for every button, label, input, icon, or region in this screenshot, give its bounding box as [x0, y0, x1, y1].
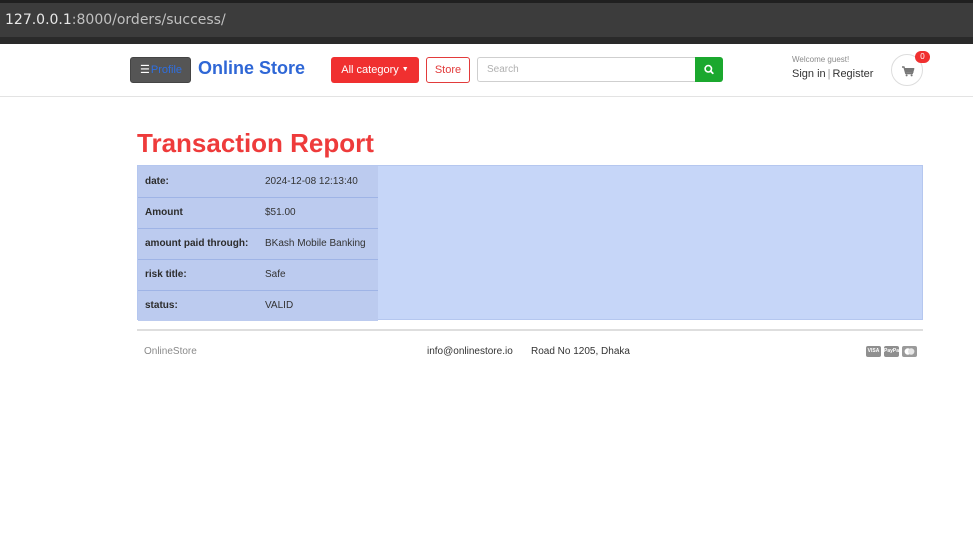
caret-down-icon: ▼	[401, 66, 409, 74]
row-value: BKash Mobile Banking	[258, 228, 378, 260]
row-value: 2024-12-08 12:13:40	[258, 166, 378, 198]
row-key: date:	[138, 166, 258, 198]
register-link[interactable]: Register	[833, 68, 874, 80]
transaction-report: date: 2024-12-08 12:13:40 Amount $51.00 am…	[137, 165, 923, 321]
auth-links: Sign in | Register	[792, 68, 873, 80]
brand-logo[interactable]: Online Store	[198, 58, 305, 79]
mastercard-icon	[902, 346, 917, 357]
paypal-icon: PayPal	[884, 346, 900, 357]
browser-address-bar[interactable]: 127.0.0.1:8000/orders/success/	[0, 0, 973, 44]
table-row: date: 2024-12-08 12:13:40	[138, 166, 378, 198]
search-icon	[704, 64, 714, 75]
site-header: ☰Profile Online Store All category ▼ Stor…	[0, 44, 973, 97]
sign-in-link[interactable]: Sign in	[792, 68, 826, 80]
row-key: amount paid through:	[138, 228, 258, 260]
all-category-button[interactable]: All category ▼	[331, 57, 419, 83]
table-row: amount paid through: BKash Mobile Banking	[138, 228, 378, 260]
page-title: Transaction Report	[137, 128, 374, 158]
url-path: :8000/orders/success/	[71, 12, 226, 28]
profile-label: Profile	[150, 64, 183, 76]
auth-separator: |	[827, 68, 831, 80]
row-key: risk title:	[138, 259, 258, 291]
row-value: VALID	[258, 290, 378, 321]
search-button[interactable]	[695, 57, 723, 82]
welcome-text: Welcome guest!	[792, 55, 850, 64]
report-table: date: 2024-12-08 12:13:40 Amount $51.00 am…	[138, 166, 378, 321]
visa-icon: VISA	[866, 346, 881, 357]
store-button[interactable]: Store	[426, 57, 470, 83]
row-key: status:	[138, 290, 258, 321]
url-host: 127.0.0.1	[5, 12, 72, 28]
table-row: risk title: Safe	[138, 259, 378, 291]
footer-divider	[137, 329, 923, 331]
category-label: All category	[341, 64, 399, 76]
table-row: status: VALID	[138, 290, 378, 321]
row-key: Amount	[138, 197, 258, 229]
row-value: $51.00	[258, 197, 378, 229]
search-input[interactable]: Search	[477, 57, 696, 82]
footer-email: info@onlinestore.io	[427, 346, 513, 357]
footer-brand: OnlineStore	[144, 346, 197, 357]
profile-button[interactable]: ☰Profile	[130, 57, 191, 83]
url-text[interactable]: 127.0.0.1:8000/orders/success/	[5, 12, 226, 28]
footer-address: Road No 1205, Dhaka	[531, 346, 630, 357]
row-value: Safe	[258, 259, 378, 291]
menu-icon: ☰	[140, 64, 150, 76]
table-row: Amount $51.00	[138, 197, 378, 229]
cart-count-badge: 0	[915, 51, 930, 63]
